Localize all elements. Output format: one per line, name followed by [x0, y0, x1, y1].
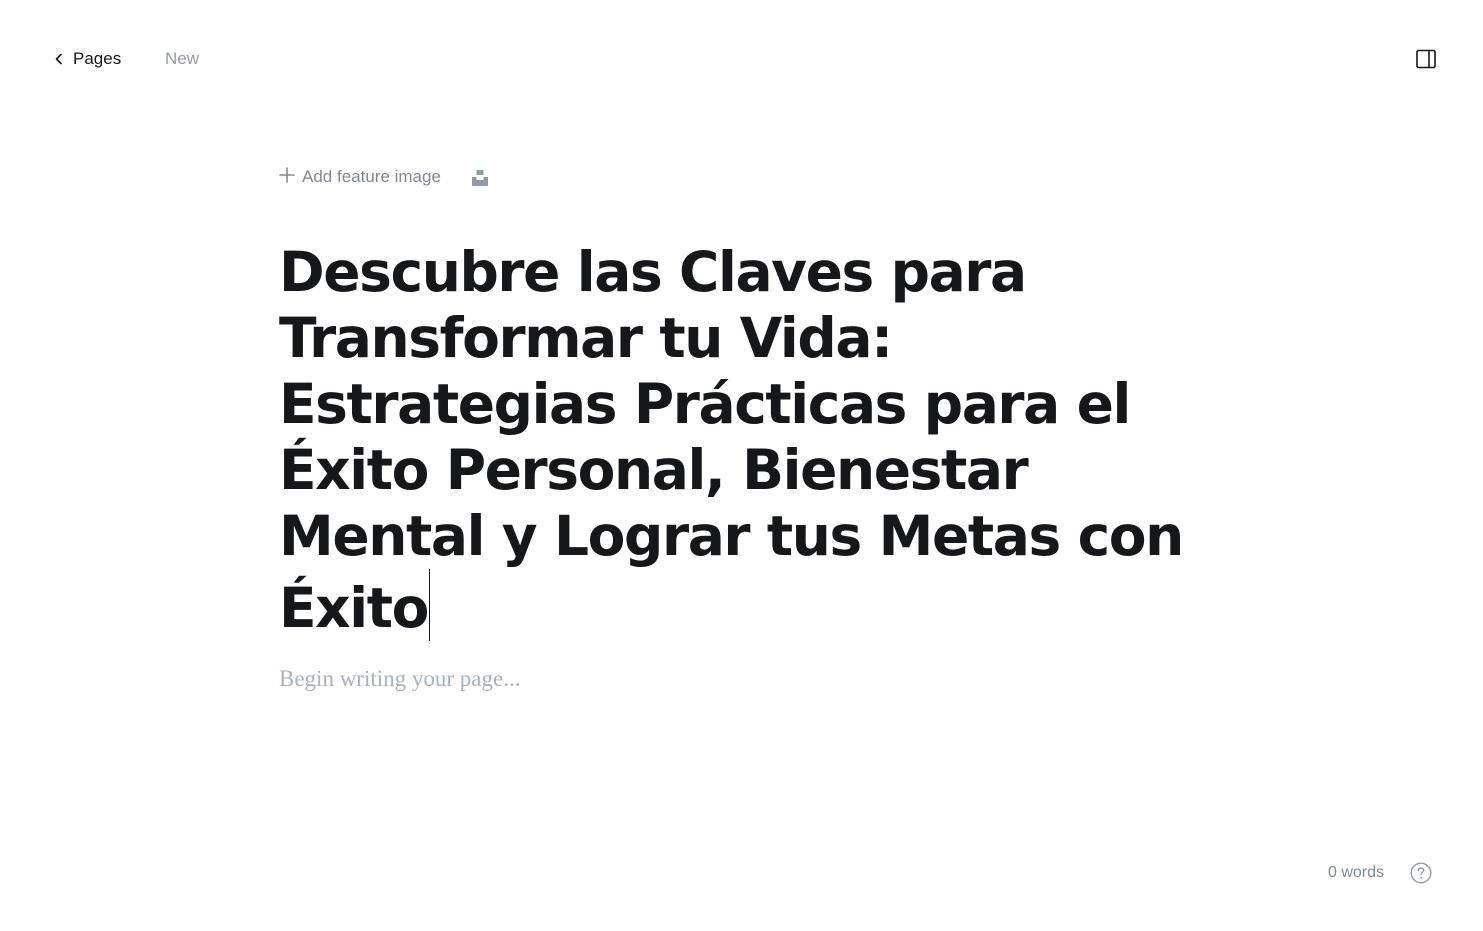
add-feature-image-label: Add feature image	[302, 167, 441, 186]
sidebar-toggle-button[interactable]	[1414, 47, 1438, 71]
text-caret	[428, 569, 431, 641]
add-feature-image-button[interactable]: Add feature image	[279, 166, 441, 188]
back-to-pages-link[interactable]: Pages	[54, 47, 121, 71]
editor-column: Add feature image Descubre las Claves pa…	[279, 160, 1219, 695]
unsplash-button[interactable]	[471, 169, 489, 187]
word-count: 0 words	[1328, 864, 1385, 881]
unsplash-icon	[471, 170, 489, 191]
post-title-text: Descubre las Claves para Transformar tu …	[279, 240, 1184, 640]
question-circle-icon	[1410, 862, 1432, 888]
post-title-input[interactable]: Descubre las Claves para Transformar tu …	[279, 239, 1219, 641]
plus-icon	[279, 166, 295, 188]
post-status: New	[165, 49, 200, 68]
sidebar-panel-icon	[1414, 49, 1438, 75]
back-link-label: Pages	[73, 49, 122, 68]
chevron-left-icon	[54, 53, 64, 65]
editor-header: Pages New	[0, 0, 1483, 120]
help-button[interactable]	[1410, 862, 1432, 884]
feature-image-row: Add feature image	[279, 160, 1219, 194]
post-body-editor[interactable]: Begin writing your page...	[279, 663, 1219, 695]
page-editor: Pages New Add feature image Descubre las…	[0, 0, 1483, 931]
